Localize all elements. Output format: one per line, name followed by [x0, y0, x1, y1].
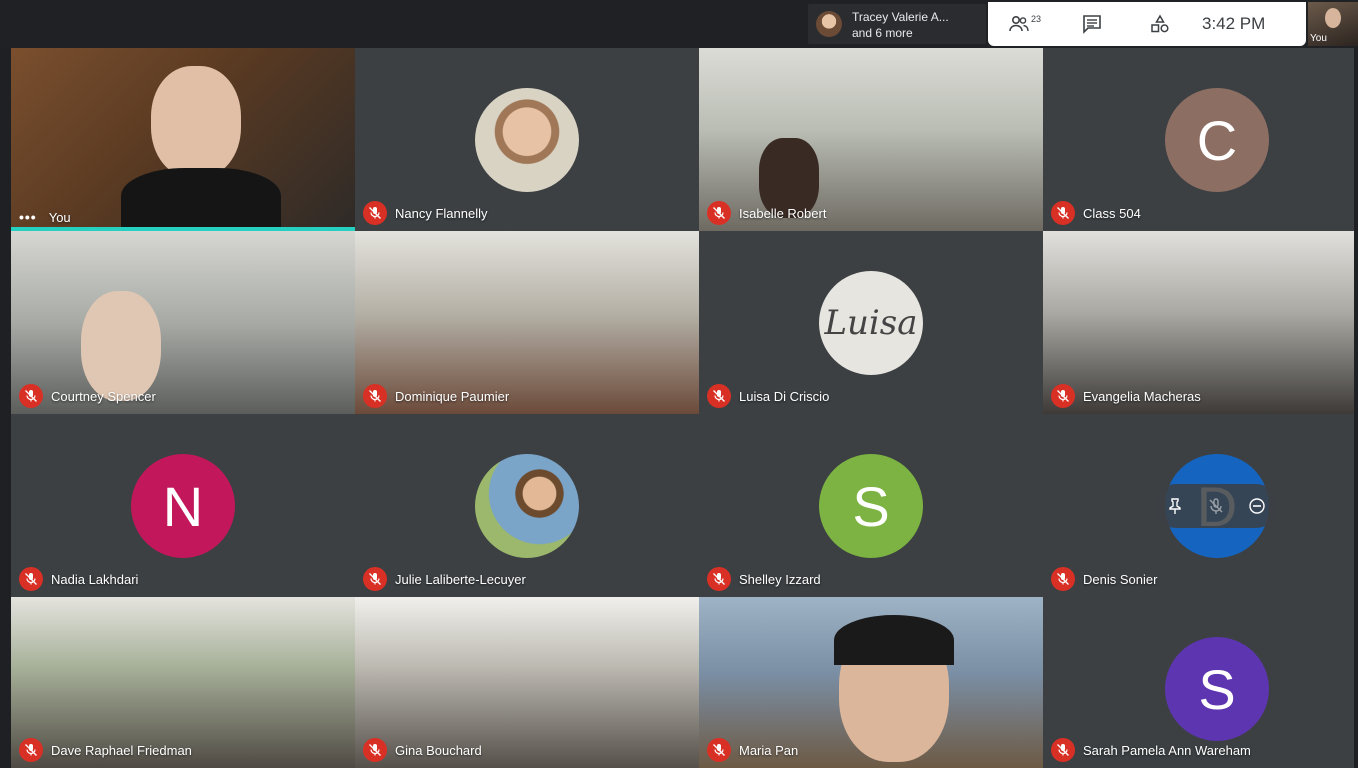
- participants-button[interactable]: 23: [1008, 12, 1041, 36]
- mic-muted-icon: [707, 201, 731, 225]
- meeting-controls: 23 3:42 PM: [988, 2, 1306, 46]
- tile-namebar: Maria Pan: [707, 738, 798, 762]
- mic-muted-icon: [707, 738, 731, 762]
- mic-muted-icon: [363, 738, 387, 762]
- mic-muted-icon: [19, 567, 43, 591]
- tile-hover-controls: [1154, 484, 1278, 528]
- avatar-signature: Luisa: [824, 303, 918, 343]
- video-person: [151, 66, 241, 178]
- participant-grid: ••• You Nancy Flannelly Isabelle Robert …: [11, 48, 1354, 768]
- participant-name: You: [48, 209, 71, 225]
- tile-namebar: Dominique Paumier: [363, 384, 509, 408]
- participant-avatar: [475, 454, 579, 558]
- mic-muted-icon: [363, 384, 387, 408]
- participant-avatar: [475, 88, 579, 192]
- tile-namebar: Isabelle Robert: [707, 201, 826, 225]
- participant-tile[interactable]: ••• You: [11, 48, 355, 231]
- tile-namebar: Nancy Flannelly: [363, 201, 488, 225]
- participant-name: Courtney Spencer: [51, 388, 156, 404]
- participant-tile[interactable]: Maria Pan: [699, 597, 1043, 768]
- tile-namebar: Shelley Izzard: [707, 567, 821, 591]
- activities-icon: [1151, 14, 1169, 33]
- tile-namebar: Nadia Lakhdari: [19, 567, 138, 591]
- mic-muted-icon: [1051, 384, 1075, 408]
- participant-tile[interactable]: Evangelia Macheras: [1043, 231, 1354, 414]
- self-label: You: [1310, 33, 1327, 44]
- participant-avatar: C: [1165, 88, 1269, 192]
- participant-name: Shelley Izzard: [739, 571, 821, 587]
- more-options-icon[interactable]: •••: [19, 209, 37, 225]
- self-view-thumbnail[interactable]: You: [1308, 2, 1358, 46]
- mute-participant-icon[interactable]: [1207, 497, 1225, 515]
- participant-tile[interactable]: S Sarah Pamela Ann Wareham: [1043, 597, 1354, 768]
- participant-tile[interactable]: Luisa Luisa Di Criscio: [699, 231, 1043, 414]
- pin-icon[interactable]: [1166, 497, 1184, 515]
- participant-name: Isabelle Robert: [739, 205, 827, 221]
- tile-namebar: Luisa Di Criscio: [707, 384, 829, 408]
- participant-tile[interactable]: C Class 504: [1043, 48, 1354, 231]
- speaker-more: and 6 more: [852, 26, 913, 40]
- participant-tile[interactable]: S Shelley Izzard: [699, 414, 1043, 597]
- participant-name: Nancy Flannelly: [395, 205, 488, 221]
- participant-name: Luisa Di Criscio: [739, 388, 830, 404]
- mic-muted-icon: [19, 738, 43, 762]
- activities-button[interactable]: [1150, 12, 1170, 36]
- participant-tile[interactable]: Julie Laliberte-Lecuyer: [355, 414, 699, 597]
- participant-name: Evangelia Macheras: [1083, 388, 1201, 404]
- people-icon: [1009, 15, 1029, 32]
- mic-muted-icon: [1051, 567, 1075, 591]
- self-face: [1325, 8, 1341, 28]
- top-bar: Tracey Valerie A... and 6 more 23 3:42 P…: [0, 0, 1358, 48]
- participant-name: Gina Bouchard: [395, 742, 482, 758]
- video-hair: [834, 615, 954, 665]
- mic-muted-icon: [363, 201, 387, 225]
- speaker-avatar: [816, 11, 842, 37]
- participant-name: Maria Pan: [739, 742, 799, 758]
- chat-icon: [1083, 15, 1101, 34]
- participant-name: Dave Raphael Friedman: [51, 742, 192, 758]
- speaker-name: Tracey Valerie A...: [852, 10, 949, 24]
- tile-namebar: ••• You: [19, 209, 71, 225]
- video-body: [121, 168, 281, 231]
- participant-name: Class 504: [1083, 205, 1141, 221]
- participant-tile[interactable]: Nancy Flannelly: [355, 48, 699, 231]
- participant-avatar: S: [819, 454, 923, 558]
- participant-avatar: N: [131, 454, 235, 558]
- mic-muted-icon: [1051, 738, 1075, 762]
- participant-name: Sarah Pamela Ann Wareham: [1083, 742, 1251, 758]
- participant-tile[interactable]: Dominique Paumier: [355, 231, 699, 414]
- participant-avatar: S: [1165, 637, 1269, 741]
- mic-muted-icon: [363, 567, 387, 591]
- active-speakers-chip[interactable]: Tracey Valerie A... and 6 more: [808, 4, 986, 44]
- participant-name: Julie Laliberte-Lecuyer: [395, 571, 526, 587]
- participant-count: 23: [1031, 14, 1042, 24]
- participant-tile[interactable]: N Nadia Lakhdari: [11, 414, 355, 597]
- tile-namebar: Dave Raphael Friedman: [19, 738, 192, 762]
- mic-muted-icon: [707, 384, 731, 408]
- remove-participant-icon[interactable]: [1248, 497, 1266, 515]
- tile-namebar: Julie Laliberte-Lecuyer: [363, 567, 526, 591]
- tile-namebar: Courtney Spencer: [19, 384, 156, 408]
- tile-namebar: Class 504: [1051, 201, 1141, 225]
- participant-avatar: Luisa: [819, 271, 923, 375]
- participant-tile[interactable]: Dave Raphael Friedman: [11, 597, 355, 768]
- mic-muted-icon: [707, 567, 731, 591]
- participant-name: Nadia Lakhdari: [51, 571, 139, 587]
- chat-button[interactable]: [1082, 12, 1102, 36]
- tile-namebar: Gina Bouchard: [363, 738, 482, 762]
- participant-name: Denis Sonier: [1083, 571, 1158, 587]
- clock: 3:42 PM: [1202, 14, 1266, 33]
- tile-namebar: Sarah Pamela Ann Wareham: [1051, 738, 1251, 762]
- mic-muted-icon: [19, 384, 43, 408]
- participant-tile[interactable]: Isabelle Robert: [699, 48, 1043, 231]
- tile-namebar: Evangelia Macheras: [1051, 384, 1201, 408]
- participant-name: Dominique Paumier: [395, 388, 510, 404]
- tile-namebar: Denis Sonier: [1051, 567, 1157, 591]
- participant-tile[interactable]: Gina Bouchard: [355, 597, 699, 768]
- mic-muted-icon: [1051, 201, 1075, 225]
- participant-tile[interactable]: Courtney Spencer: [11, 231, 355, 414]
